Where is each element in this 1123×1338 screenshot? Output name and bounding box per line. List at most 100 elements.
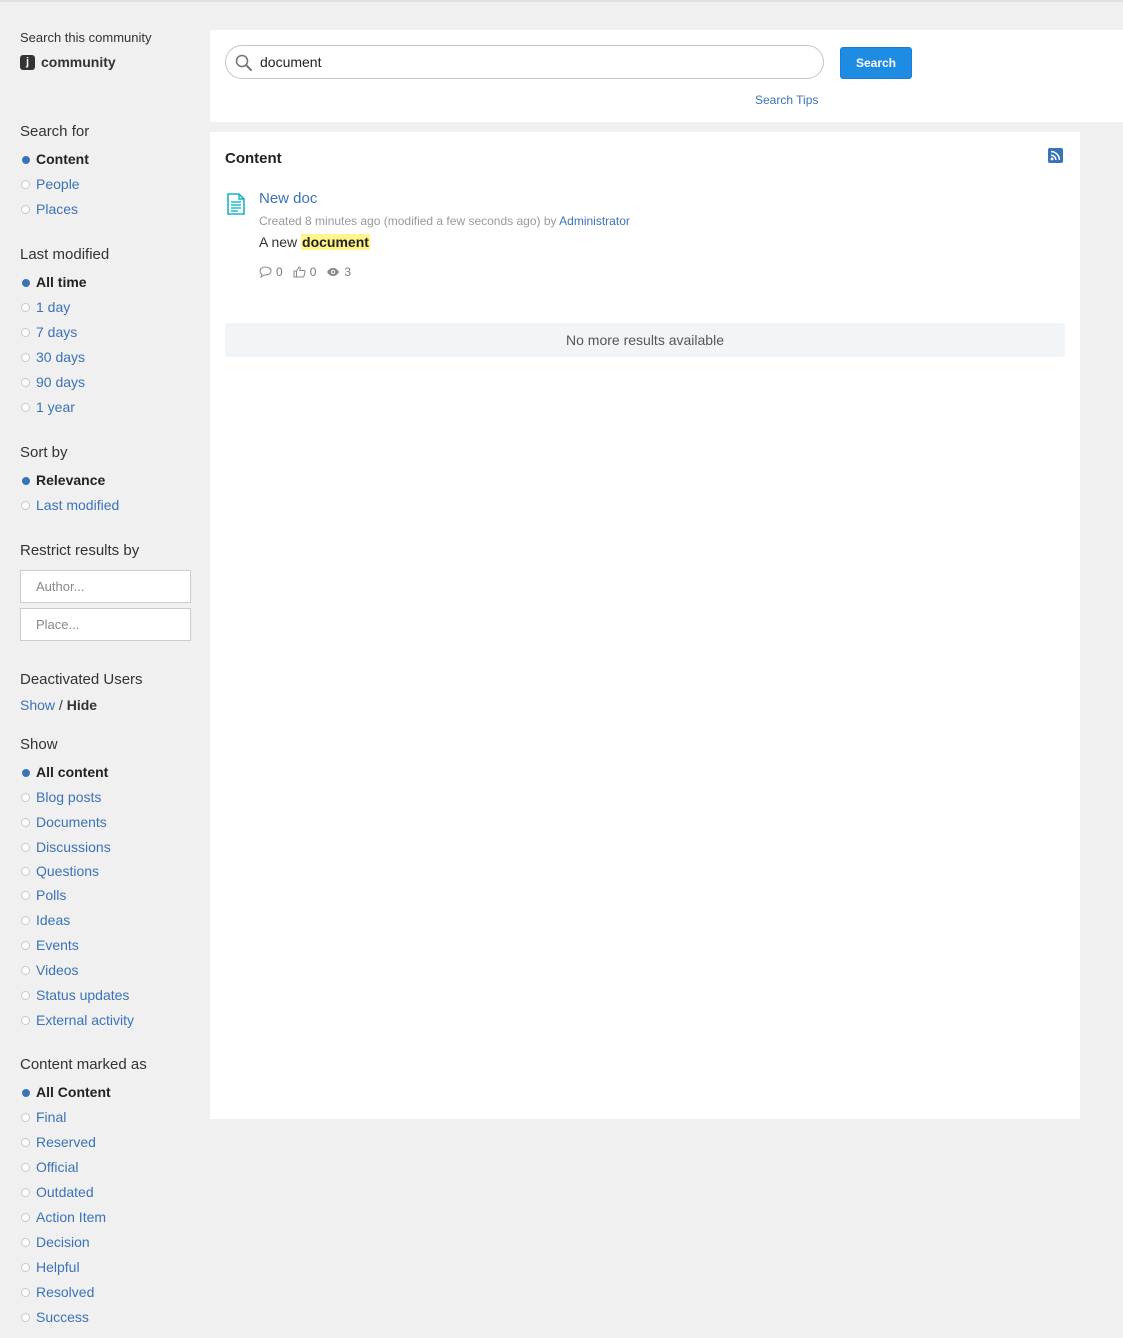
radio-icon: [21, 966, 30, 975]
hide-deactivated-link[interactable]: Hide: [67, 697, 97, 713]
marked-as-option[interactable]: Final: [20, 1105, 192, 1130]
search-tips-link[interactable]: Search Tips: [755, 93, 818, 107]
filter-title-deactivated: Deactivated Users: [20, 671, 143, 688]
last-modified-option[interactable]: 1 day: [20, 295, 192, 320]
rss-feed-icon[interactable]: [1048, 148, 1063, 163]
show-option[interactable]: All content: [20, 760, 192, 785]
radio-icon: [21, 1313, 30, 1322]
radio-icon: [21, 180, 30, 189]
filter-title-sort-by: Sort by: [20, 444, 68, 461]
snippet-text: A new: [259, 234, 302, 250]
last-modified-option[interactable]: 1 year: [20, 395, 192, 420]
search-filters-sidebar: Search this community j community Search…: [20, 30, 192, 1325]
result-snippet: A new document: [259, 234, 370, 250]
filter-title-last-modified: Last modified: [20, 246, 110, 263]
filter-search-for: Search for Content People Places: [20, 123, 192, 222]
marked-as-option[interactable]: Success: [20, 1305, 192, 1330]
radio-selected-icon: [22, 768, 30, 777]
search-for-option-content[interactable]: Content: [20, 147, 192, 172]
show-option[interactable]: External activity: [20, 1008, 192, 1033]
radio-icon: [21, 303, 30, 312]
filter-title-restrict: Restrict results by: [20, 542, 140, 559]
marked-as-option[interactable]: Decision: [20, 1230, 192, 1255]
last-modified-option[interactable]: 90 days: [20, 370, 192, 395]
sort-option-last-modified[interactable]: Last modified: [20, 493, 192, 518]
search-box[interactable]: [225, 45, 824, 79]
community-logo-icon: j: [20, 54, 35, 70]
radio-icon: [21, 1263, 30, 1272]
radio-icon: [21, 941, 30, 950]
community-name: community: [41, 54, 116, 70]
results-title: Content: [225, 150, 282, 167]
radio-icon: [21, 916, 30, 925]
marked-as-option[interactable]: Reserved: [20, 1130, 192, 1155]
radio-icon: [21, 991, 30, 1000]
marked-as-option[interactable]: Resolved: [20, 1280, 192, 1305]
filter-sort-by: Sort by Relevance Last modified: [20, 444, 192, 518]
deactivated-separator: /: [58, 697, 63, 713]
search-input[interactable]: [260, 54, 780, 70]
marked-as-option[interactable]: Helpful: [20, 1255, 192, 1280]
search-icon: [235, 54, 252, 71]
show-option[interactable]: Polls: [20, 883, 192, 908]
comments-stat: 0: [259, 265, 283, 279]
author-input[interactable]: [20, 570, 191, 603]
search-panel: Search Search Tips: [210, 30, 1123, 122]
show-option[interactable]: Blog posts: [20, 785, 192, 810]
show-options: All content Blog posts Documents Discuss…: [20, 760, 192, 1033]
radio-icon: [21, 867, 30, 876]
radio-icon: [21, 818, 30, 827]
show-option[interactable]: Questions: [20, 860, 192, 883]
marked-as-option[interactable]: Action Item: [20, 1205, 192, 1230]
radio-selected-icon: [22, 1088, 30, 1097]
filter-marked-as: Content marked as All Content Final Rese…: [20, 1056, 192, 1330]
radio-selected-icon: [22, 278, 30, 287]
show-option[interactable]: Events: [20, 933, 192, 958]
last-modified-options: All time 1 day 7 days 30 days 90 days 1 …: [20, 270, 192, 420]
community-selector[interactable]: j community: [20, 54, 192, 70]
search-for-options: Content People Places: [20, 147, 192, 222]
last-modified-option[interactable]: 30 days: [20, 345, 192, 370]
search-for-option-places[interactable]: Places: [20, 197, 192, 222]
radio-icon: [21, 403, 30, 412]
filter-title-marked-as: Content marked as: [20, 1056, 147, 1073]
radio-icon: [21, 328, 30, 337]
radio-icon: [21, 793, 30, 802]
radio-selected-icon: [22, 476, 30, 485]
search-button[interactable]: Search: [840, 47, 912, 79]
last-modified-option[interactable]: 7 days: [20, 320, 192, 345]
results-panel: Content New doc Created 8 minutes ago (m…: [210, 132, 1080, 1119]
marked-as-option[interactable]: Outdated: [20, 1180, 192, 1205]
show-deactivated-link[interactable]: Show: [20, 697, 55, 713]
filter-deactivated-users: Deactivated Users Show / Hide: [20, 671, 192, 713]
result-meta-text: Created 8 minutes ago (modified a few se…: [259, 214, 557, 228]
radio-icon: [21, 1288, 30, 1297]
show-option[interactable]: Status updates: [20, 983, 192, 1008]
radio-icon: [21, 1238, 30, 1247]
place-input[interactable]: [20, 608, 191, 641]
show-option[interactable]: Documents: [20, 810, 192, 835]
result-author-link[interactable]: Administrator: [559, 214, 630, 228]
marked-as-option[interactable]: Official: [20, 1155, 192, 1180]
last-modified-option[interactable]: All time: [20, 270, 192, 295]
deactivated-toggle: Show / Hide: [20, 697, 192, 713]
eye-icon: [327, 268, 340, 276]
rss-icon: [1050, 150, 1061, 161]
like-icon: [293, 266, 306, 278]
filter-title-search-for: Search for: [20, 123, 90, 140]
marked-as-option[interactable]: All Content: [20, 1080, 192, 1105]
radio-icon: [21, 1213, 30, 1222]
show-option[interactable]: Videos: [20, 958, 192, 983]
likes-count: 0: [309, 265, 317, 279]
result-stats: 0 0 3: [259, 265, 361, 279]
show-option[interactable]: Discussions: [20, 835, 192, 860]
search-for-option-people[interactable]: People: [20, 172, 192, 197]
marked-as-options: All Content Final Reserved Official Outd…: [20, 1080, 192, 1330]
radio-icon: [21, 843, 30, 852]
show-option[interactable]: Ideas: [20, 908, 192, 933]
sort-option-relevance[interactable]: Relevance: [20, 468, 192, 493]
result-title-link[interactable]: New doc: [259, 190, 317, 207]
radio-icon: [21, 353, 30, 362]
filter-restrict: Restrict results by: [20, 542, 192, 646]
filter-title-show: Show: [20, 736, 58, 753]
